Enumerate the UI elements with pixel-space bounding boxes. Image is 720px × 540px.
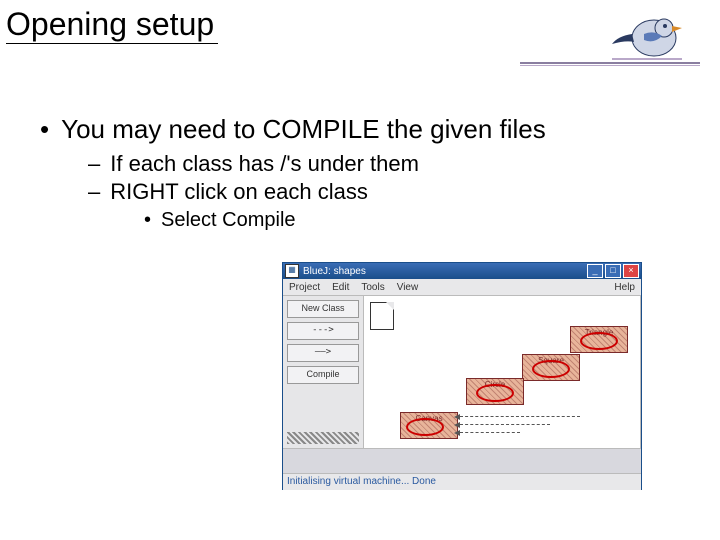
bullet-l2a-text: If each class has /'s under them — [110, 151, 419, 176]
maximize-button[interactable]: □ — [605, 264, 621, 278]
menu-view[interactable]: View — [397, 282, 419, 293]
window-title: BlueJ: shapes — [303, 266, 587, 277]
dependency-arrow — [460, 432, 520, 433]
sidebar: New Class ---> ——> Compile — [283, 296, 364, 448]
status-bar: Initialising virtual machine... Done — [283, 473, 641, 490]
bullet-l3: Select Compile — [144, 209, 720, 232]
menu-project[interactable]: Project — [289, 282, 320, 293]
bluej-logo — [610, 4, 684, 64]
menubar: Project Edit Tools View Help — [283, 279, 641, 296]
uncompiled-hatch — [523, 355, 579, 380]
uses-arrow-button[interactable]: ---> — [287, 322, 359, 340]
compile-button[interactable]: Compile — [287, 366, 359, 384]
bullet-list: You may need to COMPILE the given files … — [40, 114, 720, 232]
menu-help[interactable]: Help — [614, 282, 635, 293]
slide-title: Opening setup — [6, 6, 218, 44]
class-square[interactable]: Square — [522, 354, 580, 381]
object-bench[interactable] — [283, 448, 641, 473]
slide: Opening setup You may need to COMPILE th… — [0, 0, 720, 540]
bullet-l2b-text: RIGHT click on each class — [110, 179, 368, 204]
sidebar-grip — [287, 432, 359, 444]
dependency-arrow — [460, 424, 550, 425]
bullet-l3-text: Select Compile — [161, 209, 296, 231]
uncompiled-hatch — [467, 379, 523, 404]
new-class-button[interactable]: New Class — [287, 300, 359, 318]
window-controls: _ □ × — [587, 264, 639, 278]
menu-edit[interactable]: Edit — [332, 282, 349, 293]
close-button[interactable]: × — [623, 264, 639, 278]
bullet-l1-text: You may need to COMPILE the given files — [61, 114, 546, 144]
bullet-l1: You may need to COMPILE the given files … — [40, 114, 720, 232]
class-diagram[interactable]: Triangle Square Circle Canvas — [364, 296, 641, 448]
uncompiled-hatch — [571, 327, 627, 352]
class-canvas[interactable]: Canvas — [400, 412, 458, 439]
bluej-window: ▦ BlueJ: shapes _ □ × Project Edit Tools… — [282, 262, 642, 490]
logo-underline — [520, 62, 700, 64]
uncompiled-hatch — [401, 413, 457, 438]
class-triangle[interactable]: Triangle — [570, 326, 628, 353]
bluej-body: New Class ---> ——> Compile Triangle Squa… — [283, 296, 641, 448]
window-titlebar: ▦ BlueJ: shapes _ □ × — [283, 263, 641, 279]
class-circle[interactable]: Circle — [466, 378, 524, 405]
minimize-button[interactable]: _ — [587, 264, 603, 278]
dependency-arrow — [460, 416, 580, 417]
menu-tools[interactable]: Tools — [361, 282, 384, 293]
readme-icon[interactable] — [370, 302, 394, 330]
bullet-l2a: If each class has /'s under them — [88, 151, 720, 177]
inherit-arrow-button[interactable]: ——> — [287, 344, 359, 362]
bullet-l2b: RIGHT click on each class Select Compile — [88, 179, 720, 232]
app-icon: ▦ — [285, 264, 299, 278]
logo-underline-2 — [520, 65, 700, 66]
